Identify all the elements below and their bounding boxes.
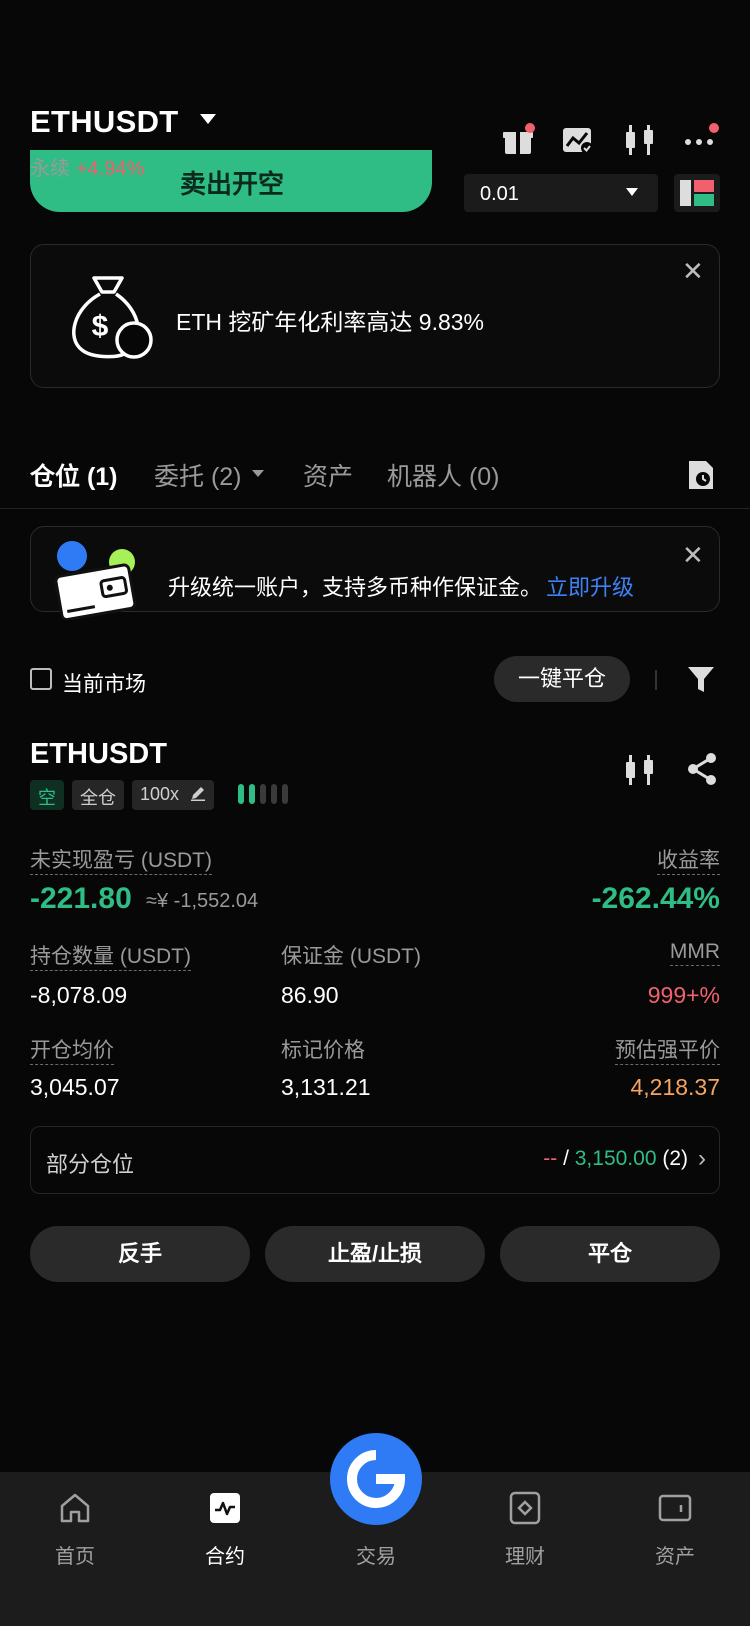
reverse-button[interactable]: 反手 [30,1226,250,1282]
nav-label: 合约 [205,1546,245,1568]
candlestick-icon[interactable] [622,752,658,788]
nav-earn[interactable]: 理财 [465,1490,585,1569]
edit-icon [190,785,206,806]
change-percent: +4.94% [76,158,145,180]
mark-price-label: 标记价格 [281,1039,365,1062]
upgrade-now-link[interactable]: 立即升级 [546,575,634,600]
close-all-button[interactable]: 一键平仓 [494,656,630,702]
tab-divider [0,508,750,509]
nav-label: 交易 [356,1546,396,1568]
contract-info: 永续 +4.94% [30,152,144,181]
history-icon[interactable] [686,458,716,492]
adl-bar [249,784,255,804]
separator [655,670,657,690]
nav-trade[interactable]: 交易 [316,1540,436,1569]
upgrade-message: 升级统一账户，支持多币种作保证金。 [168,575,543,600]
trade-fab-button[interactable] [330,1433,422,1525]
unrealized-pnl-value: -221.80 [30,882,132,915]
chart-check-icon[interactable] [560,122,596,158]
margin-mode-tag[interactable]: 全仓 [72,780,124,810]
tab-orders[interactable]: 委托 (2) [154,457,242,493]
position-symbol[interactable]: ETHUSDT [30,738,167,771]
mmr-value: 999+% [647,982,720,1008]
money-bag-icon: $ [64,272,156,364]
size-label-text: 持仓数量 (USDT) [30,945,191,971]
nav-label: 首页 [55,1546,95,1568]
adl-bar [238,784,244,804]
partial-position-value: -- / 3,150.00 (2) [543,1147,688,1171]
share-icon[interactable] [686,752,718,786]
mark-price-value: 3,131.21 [281,1074,371,1100]
side-tag: 空 [30,780,64,810]
unrealized-pnl-cny: ≈¥ -1,552.04 [146,890,259,912]
partial-separator: / [557,1147,575,1170]
close-position-button[interactable]: 平仓 [500,1226,720,1282]
tp-sl-button[interactable]: 止盈/止损 [265,1226,485,1282]
trade-icon [347,1450,406,1508]
current-market-checkbox[interactable] [30,668,52,690]
roe-value: -262.44% [591,882,720,915]
entry-price-value: 3,045.07 [30,1074,120,1100]
chevron-down-icon[interactable] [200,114,216,124]
entry-price-label-text: 开仓均价 [30,1039,114,1065]
mmr-label-text: MMR [669,940,720,966]
nav-home[interactable]: 首页 [15,1490,135,1569]
upgrade-text: 升级统一账户，支持多币种作保证金。 立即升级 [168,570,634,602]
entry-price-label: 开仓均价 [30,1034,114,1065]
mmr-label: MMR [669,940,720,966]
liq-price-label-text: 预估强平价 [615,1039,720,1065]
orderbook-layout-button[interactable] [674,174,720,212]
liq-price-value: 4,218.37 [630,1074,720,1100]
unrealized-pnl-label: 未实现盈亏 (USDT) [30,844,212,875]
home-icon [57,1490,93,1526]
roe-label: 收益率 [657,844,720,875]
sell-button-label: 卖出开空 [180,169,285,199]
partial-sl-price: 3,150.00 [574,1147,657,1170]
chevron-right-icon: › [698,1145,706,1172]
symbol-title[interactable]: ETHUSDT [30,104,179,140]
svg-text:$: $ [92,310,109,343]
size-label: 持仓数量 (USDT) [30,940,191,971]
margin-value: 86.90 [281,982,339,1008]
wallet-illustration-icon [52,540,142,622]
adl-bar [260,784,266,804]
filter-icon[interactable] [686,664,716,694]
liq-price-label: 预估强平价 [615,1034,720,1065]
nav-assets[interactable]: 资产 [615,1490,735,1569]
margin-label: 保证金 (USDT) [281,945,421,968]
unrealized-pnl-label-text: 未实现盈亏 (USDT) [30,849,212,875]
candlestick-icon[interactable] [622,122,658,158]
tab-assets[interactable]: 资产 [303,457,353,493]
nav-label: 理财 [505,1546,545,1568]
chevron-down-icon [252,470,264,477]
leverage-value: 100x [140,784,180,804]
partial-tp: -- [543,1147,558,1170]
size-value: -8,078.09 [30,982,128,1008]
chevron-down-icon [626,188,638,196]
earn-icon [507,1490,543,1526]
wallet-icon [657,1490,693,1526]
leverage-tag[interactable]: 100x [132,780,215,810]
partial-count: (2) [656,1147,688,1170]
tab-bots[interactable]: 机器人 (0) [387,457,500,493]
nav-futures[interactable]: 合约 [165,1490,285,1569]
roe-label-text: 收益率 [657,849,720,875]
current-market-label: 当前市场 [62,673,146,696]
tab-positions[interactable]: 仓位 (1) [30,457,118,493]
partial-position-label: 部分仓位 [46,1152,135,1177]
adl-bar [271,784,277,804]
mining-promo-text: ETH 挖矿年化利率高达 9.83% [176,309,484,335]
contract-type: 永续 [30,158,70,180]
adl-bar [282,784,288,804]
close-icon[interactable]: ✕ [682,542,704,568]
more-icon[interactable] [684,122,720,158]
nav-label: 资产 [655,1546,695,1568]
gift-icon[interactable] [500,122,536,158]
futures-icon [207,1490,243,1526]
close-icon[interactable]: ✕ [682,258,704,284]
